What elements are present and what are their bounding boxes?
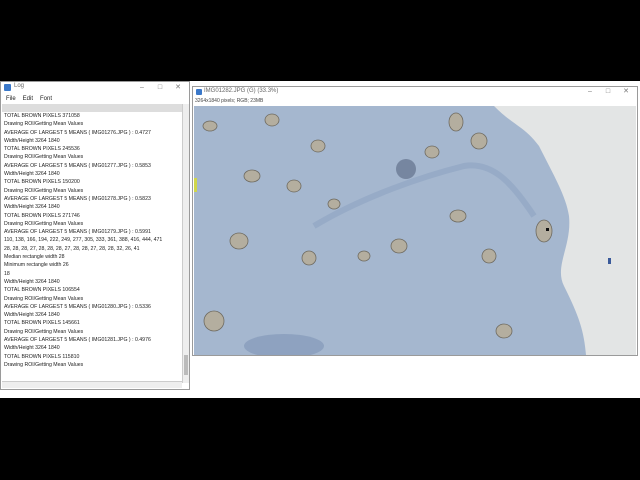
cell — [357, 250, 371, 262]
log-line: Drawing ROI/Getting Mean Values — [4, 121, 84, 128]
log-line: Median rectangle width 28 — [4, 254, 65, 261]
close-button[interactable]: ✕ — [617, 87, 635, 97]
log-line: Width/Height 3264 1840 — [4, 345, 60, 352]
cell — [495, 323, 513, 339]
menu-edit[interactable]: Edit — [23, 94, 33, 104]
log-titlebar[interactable]: Log – □ ✕ — [1, 82, 189, 94]
cell — [470, 132, 488, 150]
log-line: 110, 138, 166, 194, 222, 249, 277, 305, … — [4, 237, 163, 244]
cell — [310, 139, 326, 153]
log-line: TOTAL BROWN PIXELS 106554 — [4, 287, 80, 294]
log-line: Width/Height 3264 1840 — [4, 171, 60, 178]
log-window[interactable]: Log – □ ✕ File Edit Font TOTAL BROWN PIX… — [0, 81, 190, 390]
log-line: TOTAL BROWN PIXELS 145661 — [4, 320, 80, 327]
selection-marker[interactable] — [194, 178, 197, 192]
log-line: Drawing ROI/Getting Mean Values — [4, 328, 84, 335]
image-titlebar[interactable]: IMG01282.JPG (G) (33.3%) – □ ✕ — [193, 87, 637, 97]
cell — [481, 248, 497, 264]
menu-file[interactable]: File — [6, 94, 16, 104]
log-line: Width/Height 3264 1840 — [4, 204, 60, 211]
cell — [449, 209, 467, 223]
log-line: AVERAGE OF LARGEST 5 MEANS ( IMG01280.JP… — [4, 303, 151, 310]
dark-spot — [396, 159, 416, 179]
log-line: Drawing ROI/Getting Mean Values — [4, 220, 84, 227]
image-canvas[interactable] — [194, 106, 636, 355]
cell — [448, 112, 464, 132]
log-line: Drawing ROI/Getting Mean Values — [4, 361, 84, 368]
stained-tissue-region — [194, 106, 586, 355]
log-line: TOTAL BROWN PIXELS 371058 — [4, 113, 80, 119]
minimize-button[interactable]: – — [133, 82, 151, 94]
log-line: Drawing ROI/Getting Mean Values — [4, 154, 84, 161]
cell — [264, 113, 280, 127]
image-app-icon — [196, 89, 202, 95]
log-vertical-scrollbar[interactable] — [182, 104, 189, 383]
log-menubar: File Edit Font — [1, 94, 189, 104]
log-line: AVERAGE OF LARGEST 5 MEANS ( IMG01276.JP… — [4, 129, 151, 136]
cell — [229, 232, 249, 250]
brown-spot — [546, 228, 549, 231]
log-line: Width/Height 3264 1840 — [4, 137, 60, 144]
close-button[interactable]: ✕ — [169, 82, 187, 94]
log-line: AVERAGE OF LARGEST 5 MEANS ( IMG01281.JP… — [4, 337, 151, 344]
menu-font[interactable]: Font — [40, 94, 52, 104]
image-window[interactable]: IMG01282.JPG (G) (33.3%) – □ ✕ 3264x1840… — [192, 86, 638, 356]
scroll-thumb[interactable] — [184, 355, 188, 375]
log-line: Drawing ROI/Getting Mean Values — [4, 295, 84, 302]
log-line: Width/Height 3264 1840 — [4, 278, 60, 285]
cell — [301, 250, 317, 266]
cell — [535, 219, 553, 243]
log-line: TOTAL BROWN PIXELS 115810 — [4, 353, 80, 360]
maximize-button[interactable]: □ — [599, 87, 617, 97]
log-line: Minimum rectangle width 26 — [4, 262, 69, 269]
blue-spot — [608, 258, 611, 264]
log-line — [2, 104, 183, 112]
log-line: TOTAL BROWN PIXELS 271746 — [4, 212, 80, 219]
log-line: TOTAL BROWN PIXELS 245536 — [4, 146, 80, 153]
log-line: Width/Height 3264 1840 — [4, 312, 60, 319]
log-horizontal-scrollbar[interactable] — [2, 381, 182, 388]
cell — [243, 169, 261, 183]
cell — [286, 179, 302, 193]
log-text-area[interactable]: TOTAL BROWN PIXELS 371058 Drawing ROI/Get… — [2, 104, 183, 383]
log-line: TOTAL BROWN PIXELS 150200 — [4, 179, 80, 186]
minimize-button[interactable]: – — [581, 87, 599, 97]
log-window-title: Log — [14, 83, 25, 89]
cell — [203, 310, 225, 332]
log-line: 28, 28, 28, 27, 28, 28, 28, 27, 28, 28, … — [4, 245, 140, 252]
maximize-button[interactable]: □ — [151, 82, 169, 94]
cell — [202, 120, 218, 132]
image-info: 3264x1840 pixels; RGB; 23MB — [195, 98, 264, 104]
log-line: Drawing ROI/Getting Mean Values — [4, 187, 84, 194]
cell — [327, 198, 341, 210]
image-window-title: IMG01282.JPG (G) (33.3%) — [204, 88, 279, 94]
log-line: AVERAGE OF LARGEST 5 MEANS ( IMG01277.JP… — [4, 162, 151, 169]
log-app-icon — [4, 84, 11, 91]
log-line: AVERAGE OF LARGEST 5 MEANS ( IMG01279.JP… — [4, 229, 151, 236]
cell — [424, 145, 440, 159]
cell — [390, 238, 408, 254]
log-line: 18 — [4, 270, 10, 277]
log-line: AVERAGE OF LARGEST 5 MEANS ( IMG01278.JP… — [4, 195, 151, 202]
